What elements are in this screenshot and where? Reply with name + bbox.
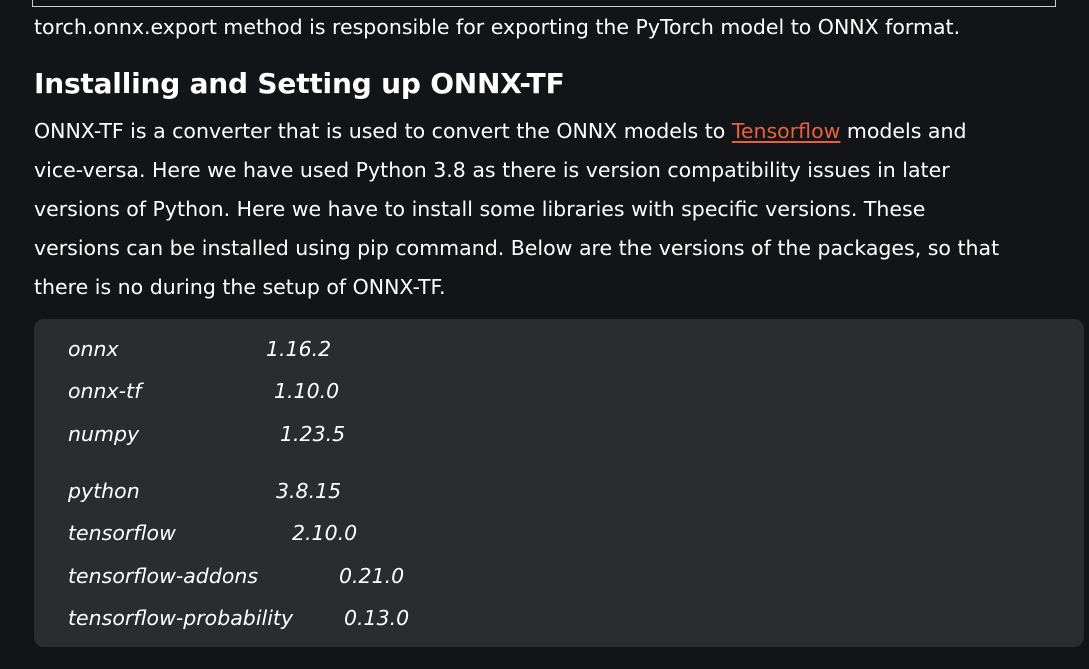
package-name: python: [68, 479, 140, 503]
tensorflow-link[interactable]: Tensorflow: [732, 119, 841, 143]
paragraph-line-2: vice-versa. Here we have used Python 3.8…: [34, 158, 950, 182]
package-version: 1.23.5: [280, 422, 346, 446]
intro-text: torch.onnx.export method is responsible …: [34, 15, 961, 39]
section-paragraph: ONNX-TF is a converter that is used to c…: [34, 112, 1074, 307]
package-name: numpy: [68, 422, 140, 446]
package-versions-code-block[interactable]: onnx 1.16.2 onnx-tf 1.10.0 numpy 1.23.5 …: [34, 319, 1084, 647]
package-version: 1.16.2: [266, 337, 332, 361]
paragraph-line-5: there is no during the setup of ONNX-TF.: [34, 275, 446, 299]
package-name: tensorflow-probability: [68, 606, 294, 630]
section-heading: Installing and Setting up ONNX-TF: [34, 67, 565, 100]
table-bottom-border: [32, 0, 1056, 7]
package-version: 2.10.0: [292, 521, 358, 545]
package-version: 0.13.0: [344, 606, 410, 630]
package-name: onnx-tf: [68, 379, 142, 403]
package-version: 3.8.15: [276, 479, 342, 503]
package-version: 0.21.0: [339, 564, 405, 588]
package-version: 1.10.0: [274, 379, 340, 403]
package-name: tensorflow-addons: [68, 564, 259, 588]
paragraph-line-4: versions can be installed using pip comm…: [34, 236, 1000, 260]
package-name: onnx: [68, 337, 119, 361]
paragraph-line-3: versions of Python. Here we have to inst…: [34, 197, 926, 221]
paragraph-line-1: ONNX-TF is a converter that is used to c…: [34, 119, 967, 143]
package-name: tensorflow: [68, 521, 176, 545]
